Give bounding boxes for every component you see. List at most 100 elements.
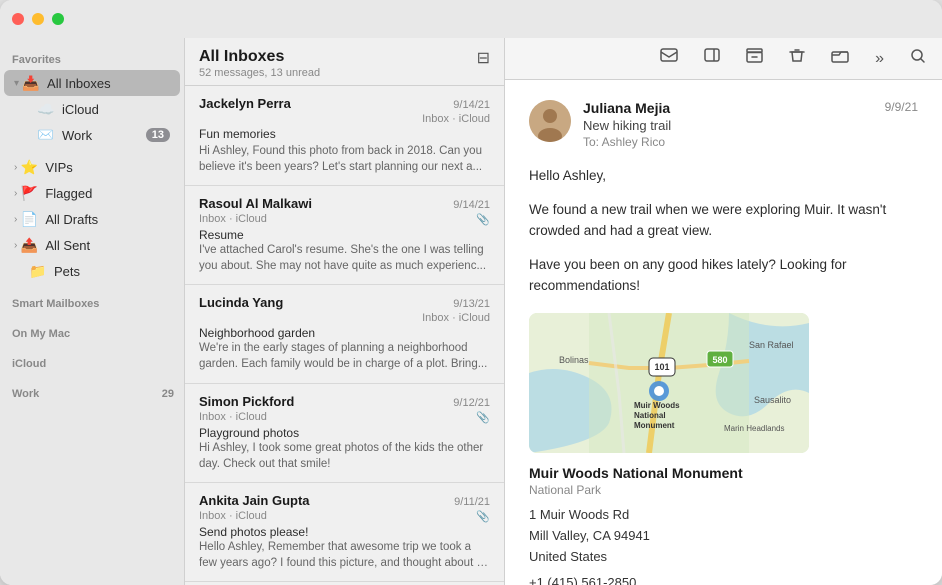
message-item[interactable]: Jackelyn Perra 9/14/21 Inbox · iCloud Fu… (185, 86, 504, 186)
message-sender: Lucinda Yang (199, 295, 283, 310)
svg-text:Monument: Monument (634, 421, 675, 430)
attachment-icon: 📎 (476, 213, 490, 226)
location-name: Muir Woods National Monument (529, 465, 918, 481)
fullscreen-button[interactable] (52, 13, 64, 25)
compose-icon[interactable] (700, 44, 724, 73)
chevron-down-icon: ▾ (14, 78, 19, 89)
message-subject: Send photos please! (199, 525, 490, 539)
address-line1: 1 Muir Woods Rd (529, 507, 629, 522)
close-button[interactable] (12, 13, 24, 25)
sidebar-item-work[interactable]: ✉️ Work 13 (4, 122, 180, 148)
icloud-icon: ☁️ (36, 99, 56, 119)
toolbar-icons: » (656, 44, 930, 73)
message-preview: Hi Ashley, Found this photo from back in… (199, 143, 490, 175)
email-body-line2: We found a new trail when we were explor… (529, 199, 918, 242)
work-section-label: Work 29 (0, 380, 184, 404)
folder-icon: 📁 (28, 261, 48, 281)
location-card: Muir Woods National Monument National Pa… (529, 465, 918, 585)
message-meta: Inbox · iCloud📎 (199, 213, 490, 226)
sidebar-item-pets[interactable]: 📁 Pets (4, 258, 180, 284)
chevron-right-icon: › (14, 188, 17, 199)
svg-text:Muir Woods: Muir Woods (634, 401, 680, 410)
location-address: 1 Muir Woods Rd Mill Valley, CA 94941 Un… (529, 505, 918, 567)
map-container[interactable]: 101 580 Bolinas San Rafael Sausalito Mui… (529, 313, 809, 453)
sidebar-item-all-sent[interactable]: › 📤 All Sent (4, 232, 180, 258)
message-preview: I've attached Carol's resume. She's the … (199, 242, 490, 274)
svg-text:San Rafael: San Rafael (749, 340, 794, 350)
email-panel: » (505, 38, 942, 585)
message-list: All Inboxes 52 messages, 13 unread ⊟ Jac… (185, 38, 505, 585)
message-meta: Inbox · iCloud (199, 113, 490, 125)
map-svg: 101 580 Bolinas San Rafael Sausalito Mui… (529, 313, 809, 453)
flag-icon: 🚩 (19, 183, 39, 203)
message-list-header-text: All Inboxes 52 messages, 13 unread (199, 48, 320, 79)
address-line2: Mill Valley, CA 94941 (529, 528, 650, 543)
search-icon[interactable] (906, 44, 930, 73)
messages-container: Jackelyn Perra 9/14/21 Inbox · iCloud Fu… (185, 86, 504, 585)
more-icon[interactable]: » (871, 46, 888, 72)
sidebar-item-label: iCloud (62, 102, 170, 117)
on-my-mac-label: On My Mac (0, 320, 184, 344)
message-item[interactable]: Simon Pickford 9/12/21 Inbox · iCloud📎 P… (185, 384, 504, 483)
sidebar-item-all-drafts[interactable]: › 📄 All Drafts (4, 206, 180, 232)
archive-icon[interactable] (742, 44, 767, 73)
avatar (529, 100, 571, 142)
svg-text:National: National (634, 411, 666, 420)
message-row1: Rasoul Al Malkawi 9/14/21 (199, 196, 490, 211)
email-body-line3: Have you been on any good hikes lately? … (529, 254, 918, 297)
work-section-badge: 29 (162, 388, 174, 400)
message-date: 9/11/21 (454, 496, 490, 508)
message-meta: Inbox · iCloud📎 (199, 510, 490, 523)
email-body-line1: Hello Ashley, (529, 165, 918, 187)
work-badge: 13 (146, 128, 170, 142)
sidebar-item-label: Pets (54, 264, 170, 279)
sidebar-item-vips[interactable]: › ⭐ VIPs (4, 154, 180, 180)
reply-icon[interactable] (656, 44, 682, 73)
message-date: 9/13/21 (453, 298, 490, 310)
sidebar-item-icloud[interactable]: ☁️ iCloud (4, 96, 180, 122)
star-icon: ⭐ (19, 157, 39, 177)
minimize-button[interactable] (32, 13, 44, 25)
email-viewer: Juliana Mejia New hiking trail To: Ashle… (505, 80, 942, 585)
message-meta: Inbox · iCloud📎 (199, 411, 490, 424)
message-list-subtitle: 52 messages, 13 unread (199, 67, 320, 79)
message-sender: Jackelyn Perra (199, 96, 291, 111)
message-preview: Hi Ashley, I took some great photos of t… (199, 440, 490, 472)
message-item[interactable]: Rasoul Al Malkawi 9/14/21 Inbox · iCloud… (185, 186, 504, 285)
title-bar (0, 0, 942, 38)
email-sender-name: Juliana Mejia (583, 100, 885, 116)
message-item[interactable]: Lucinda Yang 9/13/21 Inbox · iCloud Neig… (185, 285, 504, 383)
filter-icon[interactable]: ⊟ (477, 48, 490, 68)
attachment-icon: 📎 (476, 411, 490, 424)
message-sender: Simon Pickford (199, 394, 294, 409)
message-row1: Jackelyn Perra 9/14/21 (199, 96, 490, 111)
sidebar-item-all-inboxes[interactable]: ▾ 📥 All Inboxes (4, 70, 180, 96)
main-content: Favorites ▾ 📥 All Inboxes ☁️ iCloud ✉️ W… (0, 38, 942, 585)
email-body: Hello Ashley, We found a new trail when … (529, 165, 918, 297)
sent-icon: 📤 (19, 235, 39, 255)
message-item[interactable]: Ankita Jain Gupta 9/11/21 Inbox · iCloud… (185, 483, 504, 582)
message-date: 9/12/21 (453, 397, 490, 409)
svg-text:580: 580 (712, 355, 727, 365)
chevron-right-icon: › (14, 162, 17, 173)
email-header: Juliana Mejia New hiking trail To: Ashle… (529, 100, 918, 149)
chevron-right-icon: › (14, 214, 17, 225)
work-icon: ✉️ (36, 125, 56, 145)
message-row1: Lucinda Yang 9/13/21 (199, 295, 490, 310)
drafts-icon: 📄 (19, 209, 39, 229)
message-sender: Rasoul Al Malkawi (199, 196, 312, 211)
message-row2: Fun memories (199, 127, 490, 141)
message-date: 9/14/21 (453, 99, 490, 111)
sidebar-item-label: All Drafts (45, 212, 170, 227)
message-subject: Fun memories (199, 127, 276, 141)
move-icon[interactable] (827, 44, 853, 73)
email-meta: Juliana Mejia New hiking trail To: Ashle… (583, 100, 885, 149)
location-type: National Park (529, 483, 918, 497)
message-subject: Resume (199, 228, 490, 242)
message-row1: Simon Pickford 9/12/21 (199, 394, 490, 409)
trash-icon[interactable] (785, 44, 809, 73)
sidebar-item-flagged[interactable]: › 🚩 Flagged (4, 180, 180, 206)
work-section-text: Work (12, 388, 39, 400)
svg-text:Marin Headlands: Marin Headlands (724, 424, 784, 433)
message-row1: Ankita Jain Gupta 9/11/21 (199, 493, 490, 508)
